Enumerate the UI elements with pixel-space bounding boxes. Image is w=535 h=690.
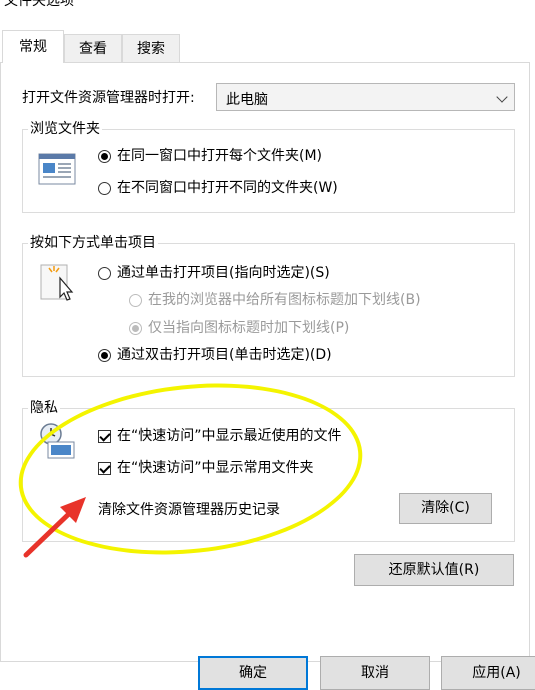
radio-different-window[interactable]: 在不同窗口中打开不同的文件夹(W) [98,179,338,197]
radio-same-window-control[interactable] [98,149,111,163]
radio-underline-all[interactable]: 在我的浏览器中给所有图标标题加下划线(B) [129,291,421,309]
radio-different-window-label: 在不同窗口中打开不同的文件夹(W) [117,180,338,196]
browse-folders-title: 浏览文件夹 [28,120,102,138]
radio-same-window[interactable]: 在同一窗口中打开每个文件夹(M) [98,147,322,165]
tab-view[interactable]: 查看 [64,34,122,62]
ok-button-label: 确定 [239,665,267,681]
radio-same-window-label: 在同一窗口中打开每个文件夹(M) [117,148,323,164]
click-items-title: 按如下方式单击项目 [28,234,158,252]
radio-underline-point-label: 仅当指向图标标题时加下划线(P) [148,320,350,336]
clear-button-label: 清除(C) [421,500,470,516]
chevron-down-icon [496,91,508,103]
radio-single-click[interactable]: 通过单击打开项目(指向时选定)(S) [98,264,330,282]
window-title: 文件夹选项 [4,0,74,9]
cancel-button-label: 取消 [361,665,389,681]
folder-window-icon [38,152,78,190]
restore-defaults-button[interactable]: 还原默认值(R) [354,554,514,586]
tab-view-label: 查看 [79,41,107,57]
radio-underline-all-label: 在我的浏览器中给所有图标标题加下划线(B) [148,292,421,308]
radio-underline-point-control[interactable] [129,321,142,335]
radio-double-click-label: 通过双击打开项目(单击时选定)(D) [117,347,332,363]
annotation-arrow-icon [22,495,94,563]
open-explorer-label: 打开文件资源管理器时打开: [22,90,195,106]
radio-single-click-control[interactable] [98,266,111,280]
browse-folders-group [22,129,515,213]
radio-double-click-control[interactable] [98,348,111,362]
privacy-title: 隐私 [28,399,60,417]
radio-double-click[interactable]: 通过双击打开项目(单击时选定)(D) [98,346,332,364]
restore-defaults-label: 还原默认值(R) [388,562,480,578]
open-explorer-select[interactable]: 此电脑 [216,83,515,111]
tab-search-label: 搜索 [137,41,165,57]
apply-button-label: 应用(A) [472,665,521,681]
radio-underline-all-control[interactable] [129,293,142,307]
radio-different-window-control[interactable] [98,181,111,195]
clear-button[interactable]: 清除(C) [399,493,492,524]
click-pointer-icon [40,263,78,307]
tab-general[interactable]: 常规 [2,30,64,63]
ok-button[interactable]: 确定 [198,656,308,690]
window-titlebar: 文件夹选项 [0,0,535,14]
radio-underline-point[interactable]: 仅当指向图标标题时加下划线(P) [129,319,349,337]
open-explorer-value: 此电脑 [226,92,268,108]
apply-button[interactable]: 应用(A) [441,656,535,690]
tab-search[interactable]: 搜索 [122,34,180,62]
cancel-button[interactable]: 取消 [320,656,430,690]
tab-general-label: 常规 [19,39,47,55]
radio-single-click-label: 通过单击打开项目(指向时选定)(S) [117,265,330,281]
